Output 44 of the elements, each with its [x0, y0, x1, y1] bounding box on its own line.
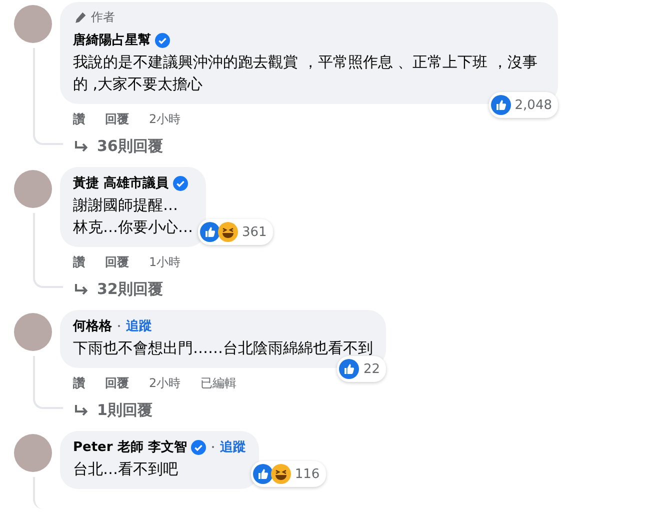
author-name[interactable]: Peter 老師 李文智 — [73, 438, 187, 456]
author-name[interactable]: 唐綺陽占星幫 — [73, 31, 151, 49]
avatar-photo-placeholder[interactable] — [14, 170, 52, 208]
action-link[interactable]: 讚 — [73, 110, 85, 128]
like-icon — [339, 359, 360, 379]
view-replies-link[interactable]: 36則回覆 — [60, 137, 163, 156]
action-link[interactable]: 讚 — [73, 374, 85, 392]
like-icon — [252, 464, 273, 484]
action-link[interactable]: 回覆 — [105, 254, 129, 270]
action-link[interactable]: 讚 — [73, 254, 85, 270]
avatar-photo-placeholder[interactable] — [14, 5, 52, 43]
reaction-summary[interactable]: 361 — [198, 219, 273, 245]
author-tag: 作者 — [91, 9, 115, 26]
comment-text: 台北…看不到吧 — [73, 459, 179, 480]
follow-link[interactable]: 追蹤 — [126, 317, 152, 335]
view-replies-link[interactable]: 32則回覆 — [60, 280, 163, 299]
comment-text: 謝謝國師提醒… 林克…你要小心… — [73, 195, 193, 238]
like-icon — [200, 222, 220, 242]
separator-dot — [212, 446, 214, 448]
comment-meta: 2小時 — [149, 374, 181, 392]
author-name[interactable]: 何格格 — [73, 317, 112, 335]
action-link[interactable]: 回覆 — [105, 110, 129, 128]
separator-dot — [118, 325, 120, 327]
reaction-summary[interactable]: 116 — [250, 461, 326, 487]
comment-text: 我說的是不建議興沖沖的跑去觀賞 ，平常照作息 、正常上下班 ，沒事的 ,大家不要太擔心 — [73, 52, 538, 95]
view-replies-link[interactable]: 1則回覆 — [60, 401, 152, 420]
follow-link[interactable]: 追蹤 — [220, 438, 246, 456]
reply-arrow-icon — [73, 402, 89, 418]
comment-meta: 2小時 — [149, 110, 181, 128]
avatar-photo-placeholder[interactable] — [14, 434, 52, 472]
reaction-summary[interactable]: 22 — [337, 356, 386, 382]
pen-icon — [73, 10, 87, 24]
avatar-photo-placeholder[interactable] — [14, 313, 52, 351]
laughing-face-icon — [270, 464, 291, 484]
reaction-summary[interactable]: 2,048 — [488, 92, 558, 118]
comment-meta: 1小時 — [149, 254, 181, 270]
comment-text: 下雨也不會想出門……台北陰雨綿綿也看不到 — [73, 338, 373, 359]
like-icon — [490, 95, 511, 115]
reply-arrow-icon — [73, 138, 89, 154]
action-link[interactable]: 回覆 — [105, 374, 129, 392]
comment-meta: 已編輯 — [200, 374, 237, 392]
laughing-face-icon — [218, 222, 238, 242]
reply-arrow-icon — [73, 282, 89, 298]
author-name[interactable]: 黃捷 高雄市議員 — [73, 174, 169, 192]
